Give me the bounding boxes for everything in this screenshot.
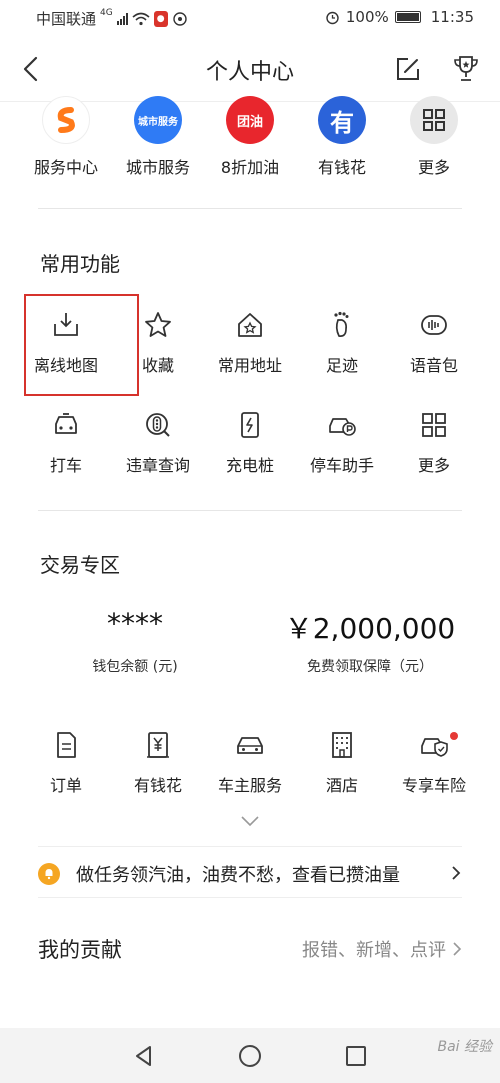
star-icon xyxy=(145,312,171,337)
service-label: 更多 xyxy=(417,158,450,177)
traffic-violation-icon xyxy=(146,413,170,437)
service-center-icon xyxy=(42,96,90,144)
more-functions-button[interactable]: 更多 xyxy=(388,410,480,476)
fuel-discount-button[interactable]: 团油 8折加油 xyxy=(200,96,300,178)
yqh-button[interactable]: 有钱花 xyxy=(112,730,204,796)
service-center-button[interactable]: 服务中心 xyxy=(16,96,116,178)
function-label: 打车 xyxy=(49,456,82,475)
function-label: 更多 xyxy=(417,456,450,475)
more-services-button[interactable]: 更多 xyxy=(384,96,484,178)
city-service-button[interactable]: 城市服务 城市服务 xyxy=(108,96,208,178)
hotel-button[interactable]: 酒店 xyxy=(296,730,388,796)
task-banner-text: 做任务领汽油，油费不愁，查看已攒油量 xyxy=(76,865,400,886)
trade-label: 专享车险 xyxy=(401,776,466,795)
guarantee-amount[interactable]: ￥2,000,000 xyxy=(270,607,470,647)
trophy-icon[interactable] xyxy=(452,54,480,84)
loan-button[interactable]: 有 有钱花 xyxy=(292,96,392,178)
watermark: Bai 经验 xyxy=(437,1039,492,1055)
loan-icon: 有 xyxy=(318,96,366,144)
contribution-links-text: 报错、新增、点评 xyxy=(302,940,446,961)
footprint-button[interactable]: 足迹 xyxy=(296,310,388,376)
taxi-button[interactable]: 打车 xyxy=(20,410,112,476)
divider xyxy=(38,510,462,511)
home-star-icon xyxy=(238,313,262,337)
car-icon xyxy=(237,737,263,754)
chevron-right-icon xyxy=(453,942,462,956)
traffic-violation-button[interactable]: 违章查询 xyxy=(112,410,204,476)
more-grid-icon xyxy=(410,96,458,144)
hotel-icon xyxy=(332,732,352,758)
app-header: 个人中心 xyxy=(0,36,500,102)
wallet-balance[interactable]: **** xyxy=(60,607,210,640)
battery-percent: 100% xyxy=(345,8,389,26)
contribution-links[interactable]: 报错、新增、点评 xyxy=(302,936,462,962)
function-label: 常用地址 xyxy=(217,356,282,375)
nav-back-icon[interactable] xyxy=(132,1044,156,1068)
car-insurance-icon xyxy=(421,738,448,757)
task-banner[interactable]: 做任务领汽油，油费不愁，查看已攒油量 xyxy=(38,846,462,898)
taxi-icon xyxy=(55,413,77,434)
service-label: 城市服务 xyxy=(125,158,190,177)
voice-pack-icon xyxy=(421,315,447,335)
alarm-icon xyxy=(326,11,339,24)
service-label: 8折加油 xyxy=(220,158,280,177)
function-label: 语音包 xyxy=(409,356,458,375)
parking-icon xyxy=(329,418,356,436)
common-address-button[interactable]: 常用地址 xyxy=(204,310,296,376)
yen-icon xyxy=(147,732,169,758)
system-nav-bar: Bai 经验 xyxy=(0,1028,500,1083)
divider xyxy=(38,208,462,209)
chevron-down-icon[interactable] xyxy=(240,814,260,828)
contribution-title: 我的贡献 xyxy=(38,938,122,962)
mic-icon: ● xyxy=(153,10,168,27)
wifi-icon xyxy=(132,12,150,25)
clock: 11:35 xyxy=(430,8,474,26)
voice-pack-button[interactable]: 语音包 xyxy=(388,310,480,376)
function-label: 停车助手 xyxy=(309,456,374,475)
hotspot-icon xyxy=(173,11,187,26)
nav-home-icon[interactable] xyxy=(238,1044,262,1068)
car-insurance-button[interactable]: 专享车险 xyxy=(388,730,480,796)
chevron-right-icon xyxy=(452,866,461,880)
more-grid-icon xyxy=(422,413,446,437)
edit-icon[interactable] xyxy=(394,55,422,83)
wallet-balance-label: 钱包余额 (元) xyxy=(92,659,178,675)
order-button[interactable]: 订单 xyxy=(20,730,112,796)
status-bar: 中国联通 4G ● 100% 11:35 xyxy=(0,0,500,36)
carrier-label: 中国联通 xyxy=(36,10,97,28)
trade-zone-title: 交易专区 xyxy=(40,553,120,577)
highlight-box xyxy=(24,294,139,396)
trade-label: 酒店 xyxy=(325,776,358,795)
parking-assistant-button[interactable]: 停车助手 xyxy=(296,410,388,476)
function-label: 充电桩 xyxy=(225,456,274,475)
guarantee-amount-label: 免费领取保障（元） xyxy=(307,659,433,675)
function-label: 足迹 xyxy=(325,356,358,375)
service-label: 服务中心 xyxy=(33,158,98,177)
trade-label: 有钱花 xyxy=(133,776,182,795)
nav-recent-icon[interactable] xyxy=(345,1045,367,1067)
fuel-icon: 团油 xyxy=(226,96,274,144)
trade-label: 订单 xyxy=(49,776,82,795)
service-label: 有钱花 xyxy=(317,158,366,177)
car-owner-service-button[interactable]: 车主服务 xyxy=(204,730,296,796)
notification-dot xyxy=(450,732,458,740)
page-title: 个人中心 xyxy=(205,60,294,85)
function-label: 违章查询 xyxy=(125,456,190,475)
charging-pile-button[interactable]: 充电桩 xyxy=(204,410,296,476)
battery-icon xyxy=(394,11,421,23)
network-label: 4G xyxy=(100,8,113,18)
order-icon xyxy=(57,732,76,758)
bell-icon xyxy=(38,863,60,885)
common-functions-title: 常用功能 xyxy=(40,252,120,276)
city-service-icon: 城市服务 xyxy=(134,96,182,144)
trade-label: 车主服务 xyxy=(217,776,282,795)
footprint-icon xyxy=(334,311,349,337)
signal-icon xyxy=(116,12,128,25)
services-row: 服务中心 城市服务 城市服务 团油 8折加油 有 有钱花 更多 xyxy=(0,96,500,196)
charging-pile-icon xyxy=(241,412,259,438)
